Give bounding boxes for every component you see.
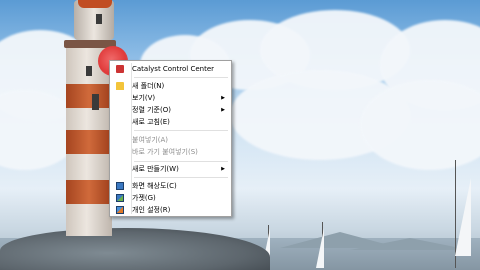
rocks: [0, 228, 270, 270]
lighthouse-window: [86, 66, 92, 76]
mountain: [350, 238, 470, 250]
submenu-arrow-icon: ▶: [221, 166, 225, 172]
menu-separator: [134, 177, 228, 178]
menu-separator: [134, 161, 228, 162]
menu-item-personalize[interactable]: 개인 설정(R): [112, 204, 229, 216]
sailboat-sail: [316, 228, 324, 268]
menu-item-paste-shortcut[interactable]: 바로 가기 붙여넣기(S): [112, 146, 229, 158]
cloud: [360, 80, 480, 170]
lighthouse-stripe: [66, 84, 112, 108]
gadget-icon: [116, 194, 124, 202]
menu-item-paste[interactable]: 붙여넣기(A): [112, 134, 229, 146]
lighthouse-cap: [78, 0, 112, 8]
submenu-arrow-icon: ▶: [221, 107, 225, 113]
display-icon: [116, 182, 124, 190]
menu-separator: [134, 77, 228, 78]
personalize-icon: [116, 206, 124, 214]
lighthouse-window: [92, 94, 99, 110]
menu-item-gadgets[interactable]: 가젯(G): [112, 192, 229, 204]
lighthouse-stripe: [66, 180, 112, 204]
menu-item-sort-by[interactable]: 정렬 기준(O) ▶: [112, 104, 229, 116]
menu-item-screen-resolution[interactable]: 화면 해상도(C): [112, 180, 229, 192]
menu-item-new[interactable]: 새로 만들기(W) ▶: [112, 163, 229, 175]
desktop-context-menu: Catalyst Control Center 새 폴더(N) 보기(V) ▶ …: [109, 60, 232, 217]
sailboat-sail: [455, 178, 471, 256]
menu-item-catalyst-control-center[interactable]: Catalyst Control Center: [112, 63, 229, 75]
lighthouse-stripe: [66, 130, 112, 154]
menu-separator: [134, 130, 228, 131]
menu-item-refresh[interactable]: 새로 고침(E): [112, 116, 229, 128]
submenu-arrow-icon: ▶: [221, 95, 225, 101]
ati-icon: [116, 65, 124, 73]
new-folder-icon: [116, 82, 124, 90]
lighthouse-window: [96, 14, 102, 24]
desktop-wallpaper[interactable]: [0, 0, 480, 270]
menu-item-new-folder[interactable]: 새 폴더(N): [112, 80, 229, 92]
menu-item-view[interactable]: 보기(V) ▶: [112, 92, 229, 104]
